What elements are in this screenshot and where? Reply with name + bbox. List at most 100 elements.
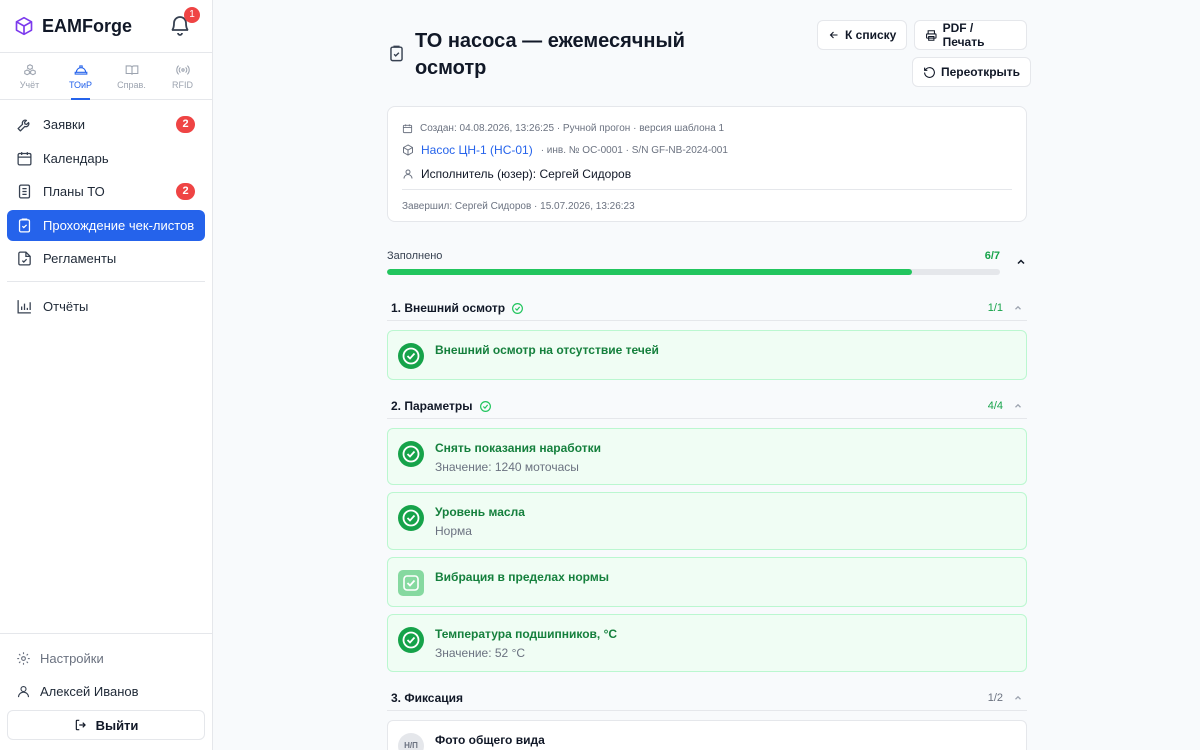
print-pdf-button[interactable]: PDF / Печать <box>914 20 1027 50</box>
item-value: Значение: 1240 моточасы <box>435 460 579 474</box>
section-header[interactable]: 1. Внешний осмотр 1/1 <box>387 299 1027 321</box>
module-label: ТОиР <box>68 79 93 90</box>
check-circle-icon <box>479 400 491 412</box>
sidebar-item-checklists[interactable]: Прохождение чек-листов <box>7 209 205 241</box>
section-count: 1/2 <box>987 692 1003 704</box>
executor-line: Исполнитель (юзер): Сергей Сидоров <box>402 166 1012 182</box>
calendar-icon <box>17 151 32 166</box>
module-label: RFID <box>172 79 193 90</box>
check-circle-filled-icon <box>398 505 424 531</box>
sidebar-item-reports[interactable]: Отчёты <box>7 291 205 322</box>
count-badge: 2 <box>176 183 195 200</box>
calendar-icon <box>402 123 413 133</box>
item-title: Температура подшипников, °C <box>435 627 618 641</box>
checklist-item[interactable]: Снять показания наработки Значение: 1240… <box>387 428 1027 485</box>
check-circle-filled-icon <box>398 343 424 369</box>
back-to-list-button[interactable]: К списку <box>817 20 908 50</box>
main-area: ТО насоса — ежемесячный осмотр К списку … <box>213 0 1200 750</box>
sidebar-item-regulations[interactable]: Регламенты <box>7 243 205 274</box>
logout-button[interactable]: Выйти <box>7 710 205 740</box>
chevron-up-icon[interactable] <box>1013 303 1023 313</box>
progress-section: Заполнено 6/7 <box>387 250 1027 278</box>
clipboard-check-icon <box>18 217 31 233</box>
logout-icon <box>75 719 86 731</box>
chevron-up-icon[interactable] <box>1015 256 1027 268</box>
book-icon <box>125 64 138 75</box>
section-title-text: 3. Фиксация <box>391 691 464 705</box>
asset-link[interactable]: Насос ЦН-1 (НС-01) <box>421 143 533 157</box>
item-title: Снять показания наработки <box>435 441 601 455</box>
item-title: Фото общего вида <box>435 733 545 747</box>
section-title-text: 2. Параметры <box>391 399 473 413</box>
reopen-button[interactable]: Переоткрыть <box>912 57 1032 87</box>
progress-bar-fill <box>387 269 913 275</box>
module-tab-maintenance[interactable]: ТОиР <box>55 53 106 100</box>
item-title: Внешний осмотр на отсутствие течей <box>435 343 659 357</box>
section-count: 1/1 <box>987 302 1003 314</box>
cubes-icon <box>23 63 36 75</box>
sidebar-item-label: Регламенты <box>43 251 117 266</box>
checklist-item[interactable]: Уровень масла Норма <box>387 492 1027 550</box>
item-title: Вибрация в пределах нормы <box>435 570 609 584</box>
item-value: Значение: 52 °C <box>435 646 526 660</box>
user-icon <box>403 169 413 179</box>
bar-chart-icon <box>17 300 31 314</box>
progress-label: Заполнено <box>387 250 443 262</box>
module-tab-rfid[interactable]: RFID <box>157 53 208 99</box>
asset-meta: · инв. № ОС-0001 · S/N GF-NB-2024-001 <box>540 144 728 156</box>
page-header: ТО насоса — ежемесячный осмотр К списку … <box>387 20 1032 106</box>
file-check-icon <box>18 251 31 266</box>
run-info-card: Создан: 04.08.2026, 13:26:25 · Ручной пр… <box>387 106 1027 222</box>
asset-line: Насос ЦН-1 (НС-01) · инв. № ОС-0001 · S/… <box>402 142 1012 158</box>
rfid-icon <box>175 64 190 75</box>
check-circle-filled-icon <box>398 627 424 653</box>
sidebar: EAMForge 1 Учёт ТОиР Справ. RFID Заявки … <box>0 0 213 750</box>
sidebar-item-calendar[interactable]: Календарь <box>7 143 205 174</box>
sidebar-item-plans[interactable]: Планы ТО 2 <box>7 176 205 207</box>
button-label: PDF / Печать <box>942 21 985 49</box>
not-applicable-badge: Н/П <box>398 733 424 750</box>
wrench-icon <box>17 119 30 132</box>
section-count: 4/4 <box>987 400 1003 412</box>
section-header[interactable]: 3. Фиксация 1/2 <box>387 689 1027 711</box>
page-title: ТО насоса — ежемесячный осмотр <box>415 30 685 79</box>
sidebar-item-requests[interactable]: Заявки 2 <box>7 109 205 140</box>
user-name: Алексей Иванов <box>40 684 139 699</box>
sidebar-item-label: Календарь <box>43 150 109 166</box>
sidebar-item-label: Заявки <box>43 117 85 132</box>
item-value: Норма <box>435 524 472 538</box>
checklist-item[interactable]: Н/П Фото общего вида <box>387 720 1027 750</box>
progress-bar <box>387 269 1000 275</box>
settings-label: Настройки <box>40 651 104 666</box>
user-profile[interactable]: Алексей Иванов <box>7 675 205 708</box>
info-divider <box>402 189 1012 190</box>
created-text: Создан: 04.08.2026, 13:26:25 · Ручной пр… <box>420 122 725 134</box>
item-title: Уровень масла <box>435 505 525 519</box>
settings-link[interactable]: Настройки <box>7 642 205 675</box>
section-title: 3. Фиксация <box>391 691 463 705</box>
helmet-icon <box>74 64 87 75</box>
rotate-ccw-icon <box>924 66 935 78</box>
checklist-item[interactable]: Вибрация в пределах нормы <box>387 557 1027 607</box>
checkbox-checked-icon <box>398 570 424 596</box>
chevron-up-icon[interactable] <box>1013 401 1023 411</box>
sidebar-footer: Настройки Алексей Иванов Выйти <box>0 633 212 750</box>
notification-badge: 1 <box>184 7 200 23</box>
module-label: Учёт <box>19 79 40 90</box>
module-tab-reference[interactable]: Справ. <box>106 53 157 99</box>
completed-text: Завершил: Сергей Сидоров · 15.07.2026, 1… <box>402 200 635 212</box>
module-tab-accounting[interactable]: Учёт <box>4 53 55 99</box>
created-line: Создан: 04.08.2026, 13:26:25 · Ручной пр… <box>402 120 1012 136</box>
printer-icon <box>926 29 937 41</box>
section-header[interactable]: 2. Параметры 4/4 <box>387 397 1027 419</box>
sidebar-item-label: Планы ТО <box>43 184 105 199</box>
count-badge: 2 <box>176 116 195 133</box>
sidebar-nav: Заявки 2 Календарь Планы ТО 2 Прохождени… <box>0 100 212 322</box>
checklist-item[interactable]: Температура подшипников, °C Значение: 52… <box>387 614 1027 672</box>
package-icon <box>403 144 413 156</box>
cube-logo-icon <box>15 16 33 36</box>
app-name: EAMForge <box>42 15 132 36</box>
checklist-item[interactable]: Внешний осмотр на отсутствие течей <box>387 330 1027 380</box>
clipboard-check-icon <box>390 45 403 62</box>
chevron-up-icon[interactable] <box>1013 693 1023 703</box>
